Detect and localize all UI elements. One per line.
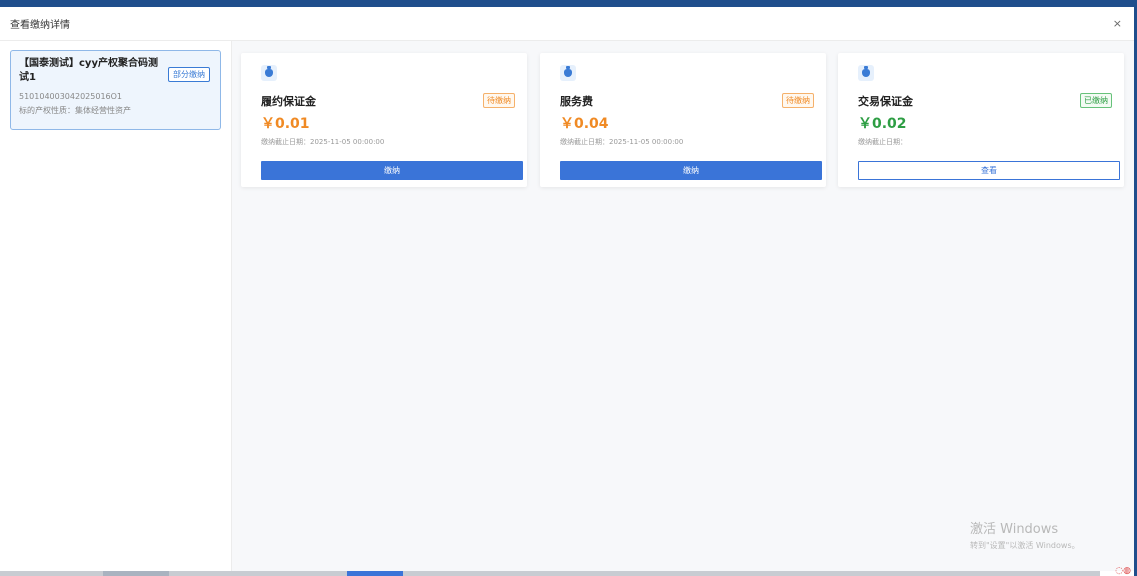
fee-name: 服务费	[560, 95, 593, 108]
fee-amount: ￥0.01	[261, 116, 310, 132]
asset-card[interactable]: 【国泰测试】cyy产权聚合码测试1 部分缴纳 51010400304202501…	[10, 50, 221, 130]
window-top-bar	[0, 0, 1137, 7]
fee-status-badge: 待缴纳	[782, 93, 814, 108]
pay-button[interactable]: 缴纳	[560, 161, 822, 180]
asset-code: 510104003042025016O1	[19, 92, 123, 101]
scrollbar-segment	[103, 571, 169, 576]
fee-amount: ￥0.04	[560, 116, 609, 132]
watermark-subtitle: 转到"设置"以激活 Windows。	[970, 541, 1080, 550]
fee-card-service-fee: 服务费 待缴纳 ￥0.04 缴纳截止日期：2025-11-05 00:00:00…	[540, 53, 826, 187]
dialog-header: 查看缴纳详情 ×	[0, 7, 1134, 41]
close-icon[interactable]: ×	[1113, 17, 1122, 31]
money-bag-icon	[858, 65, 874, 81]
scrollbar-thumb[interactable]	[347, 571, 403, 576]
fee-amount: ￥0.02	[858, 116, 907, 132]
asset-title: 【国泰测试】cyy产权聚合码测试1	[19, 58, 158, 83]
money-bag-icon	[560, 65, 576, 81]
fee-status-badge: 已缴纳	[1080, 93, 1112, 108]
fee-panel: 履约保证金 待缴纳 ￥0.01 缴纳截止日期：2025-11-05 00:00:…	[232, 41, 1134, 571]
horizontal-scrollbar[interactable]	[0, 571, 1100, 576]
pay-button[interactable]: 缴纳	[261, 161, 523, 180]
money-bag-icon	[261, 65, 277, 81]
fee-deadline: 缴纳截止日期：2025-11-05 00:00:00	[560, 138, 684, 146]
fee-card-trade-deposit: 交易保证金 已缴纳 ￥0.02 缴纳截止日期： 查看	[838, 53, 1124, 187]
watermark-title: 激活 Windows	[970, 522, 1059, 537]
fee-name: 交易保证金	[858, 95, 913, 108]
view-button[interactable]: 查看	[858, 161, 1120, 180]
fee-deadline: 缴纳截止日期：	[858, 138, 907, 146]
fee-status-badge: 待缴纳	[483, 93, 515, 108]
fee-deadline: 缴纳截止日期：2025-11-05 00:00:00	[261, 138, 385, 146]
fee-card-performance-bond: 履约保证金 待缴纳 ￥0.01 缴纳截止日期：2025-11-05 00:00:…	[241, 53, 527, 187]
asset-nature: 标的产权性质：集体经营性资产	[19, 106, 131, 115]
fee-name: 履约保证金	[261, 95, 316, 108]
dialog-title: 查看缴纳详情	[10, 20, 70, 31]
asset-status-badge: 部分缴纳	[168, 67, 210, 82]
asset-sidebar: 【国泰测试】cyy产权聚合码测试1 部分缴纳 51010400304202501…	[0, 41, 232, 571]
windows-activation-watermark: 激活 Windows 转到"设置"以激活 Windows。	[970, 522, 1080, 552]
tray-icon: ◌◍	[1115, 566, 1131, 576]
